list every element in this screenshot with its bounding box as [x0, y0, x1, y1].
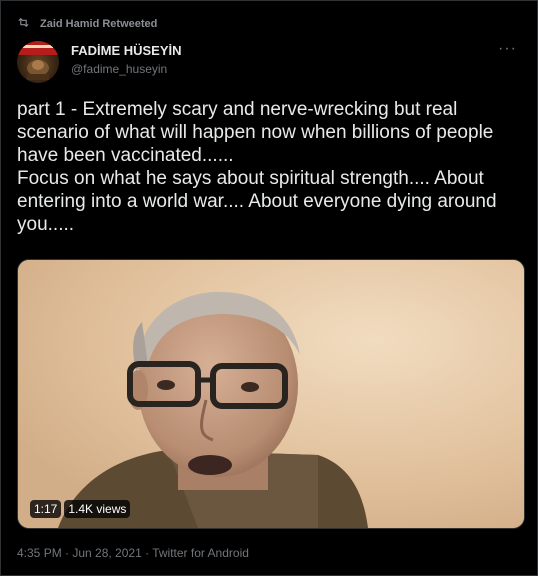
video-thumbnail [18, 260, 524, 528]
video-duration: 1:17 [30, 500, 62, 518]
more-icon[interactable]: ··· [498, 41, 517, 57]
video-views: 1.4K views [64, 500, 131, 518]
retweet-label[interactable]: Zaid Hamid Retweeted [40, 18, 157, 30]
tweet-card[interactable]: Zaid Hamid Retweeted FADİME HÜSEYİN @fad… [0, 0, 538, 576]
tweet-header: FADİME HÜSEYİN @fadime_huseyin ··· [17, 41, 521, 83]
author-name[interactable]: FADİME HÜSEYİN [71, 43, 182, 58]
retweet-context: Zaid Hamid Retweeted [17, 16, 157, 32]
author-handle[interactable]: @fadime_huseyin [71, 62, 167, 76]
video-player[interactable]: 1:17 1.4K views [17, 259, 525, 529]
video-badges: 1:17 1.4K views [30, 500, 131, 518]
avatar[interactable] [17, 41, 59, 83]
tweet-text: part 1 - Extremely scary and nerve-wreck… [17, 99, 497, 235]
retweet-icon [17, 16, 30, 32]
tweet-metadata[interactable]: 4:35 PM · Jun 28, 2021 · Twitter for And… [17, 546, 249, 560]
